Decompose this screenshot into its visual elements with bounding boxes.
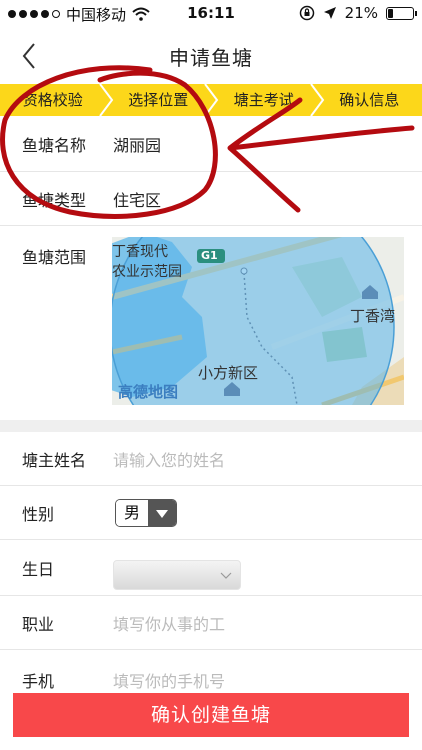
pond-type-value: 住宅区 [113,190,162,210]
navigation-bar: 申请鱼塘 [0,28,422,84]
rotation-lock-icon [299,5,314,21]
map-label-dingxiang-bay: 丁香湾 [350,307,396,325]
gender-label: 性别 [22,504,55,524]
page-title: 申请鱼塘 [169,45,253,70]
step-progress-bar: 资格校验 选择位置 塘主考试 确认信息 [0,84,422,116]
pond-name-value: 湖丽园 [113,135,162,155]
pond-type-row: 鱼塘类型 住宅区 [0,172,422,226]
pond-name-row: 鱼塘名称 湖丽园 [0,116,422,172]
map-label-park: 丁香现代 [112,244,168,260]
gender-select[interactable]: 男 [115,499,177,527]
pond-range-label: 鱼塘范围 [22,248,87,267]
pond-name-label: 鱼塘名称 [22,135,87,155]
owner-name-row: 塘主姓名 请输入您的姓名 [0,432,422,486]
job-row: 职业 填写你从事的工 [0,596,422,650]
gender-row: 性别 [0,486,422,540]
step-location: 选择位置 [106,84,219,116]
pond-range-map[interactable]: 丁香现代 农业示范园 G1 丁香湾 小方新区 高德地图 [112,237,404,405]
status-bar: 中国移动 16:11 21% [0,0,422,28]
step-label: 选择位置 [128,91,189,109]
map-label-park-2: 农业示范园 [112,264,182,280]
phone-label: 手机 [22,672,55,691]
step-label: 塘主考试 [233,91,294,109]
chevron-down-icon [220,572,232,579]
status-right: 21% [299,4,417,22]
map-label-xiaofang: 小方新区 [198,364,259,382]
battery-fill [388,8,393,18]
job-label: 职业 [22,614,55,634]
step-exam: 塘主考试 [211,84,324,116]
step-qualification: 资格校验 [0,84,113,116]
map-watermark: 高德地图 [118,383,179,401]
owner-name-label: 塘主姓名 [22,450,87,470]
gender-value: 男 [116,500,148,526]
owner-name-input[interactable]: 请输入您的姓名 [113,447,225,471]
map-road-badge-text: G1 [201,249,218,262]
phone-input[interactable]: 填写你的手机号 [113,668,225,692]
job-input[interactable]: 填写你从事的工 [113,611,225,635]
birthday-picker[interactable] [113,560,241,590]
battery-text: 21% [344,4,378,22]
step-label: 资格校验 [22,91,83,109]
back-button[interactable] [18,40,42,72]
pond-type-label: 鱼塘类型 [22,190,87,210]
section-divider [0,420,422,432]
confirm-create-button[interactable]: 确认创建鱼塘 [13,693,409,737]
step-label: 确认信息 [339,91,400,109]
birthday-label: 生日 [22,559,55,579]
dropdown-arrow-icon [148,500,176,526]
location-arrow-icon [323,7,336,19]
step-confirm: 确认信息 [317,84,422,116]
battery-icon [386,6,417,20]
